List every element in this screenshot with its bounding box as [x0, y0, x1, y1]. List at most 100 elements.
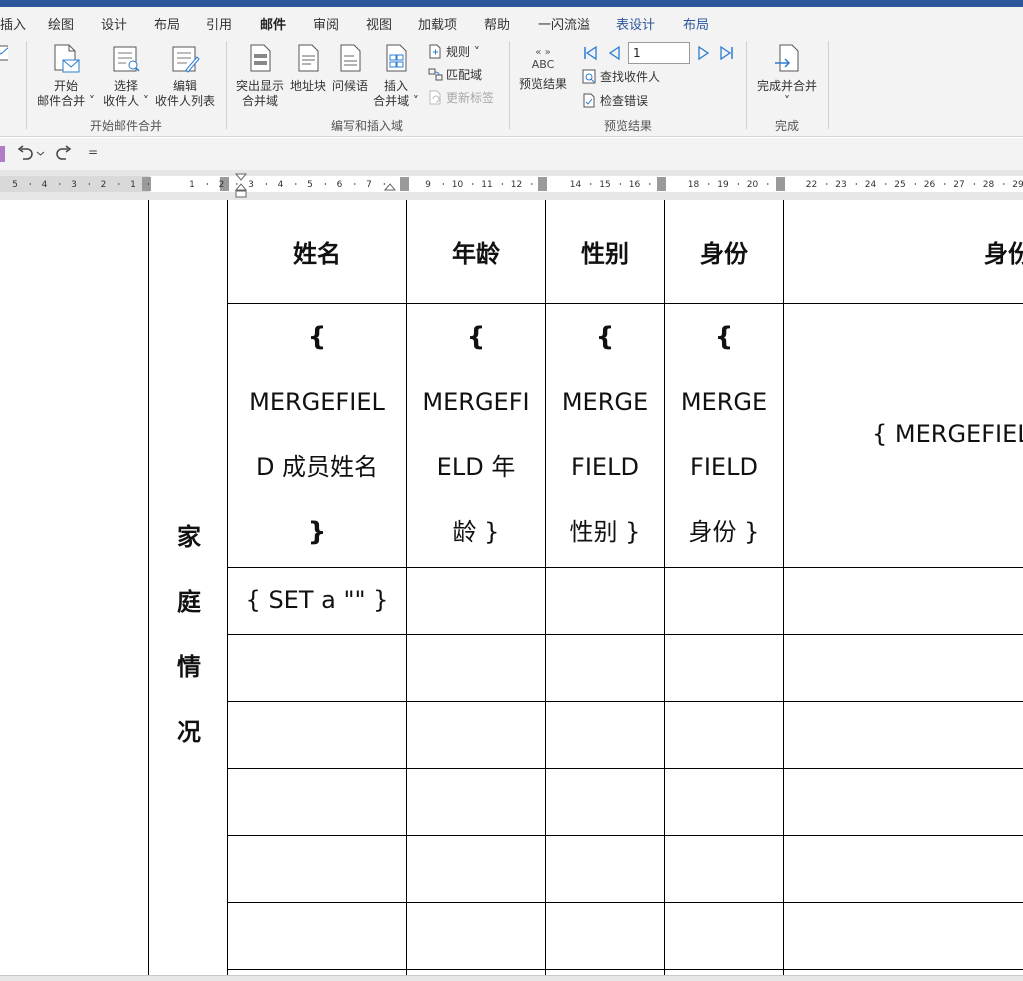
ruler-number: 9: [425, 180, 431, 190]
tab-layout[interactable]: 布局: [154, 14, 180, 33]
preview-abc-label: ABC: [531, 58, 555, 71]
table-border: [227, 969, 1023, 970]
previous-record-icon[interactable]: [606, 45, 622, 61]
match-fields-button[interactable]: 匹配域: [428, 66, 482, 83]
ruler-tick: [737, 183, 739, 185]
preview-results-button[interactable]: « » ABC 预览结果: [514, 45, 572, 92]
ruler-scale: 5 4 3 2 1 1 2 3 4 5 6 7 9 10 11 12 14 15 16 18 19 20 22 23 24 25 2…: [0, 173, 1023, 198]
customize-qat-button[interactable]: =: [88, 145, 98, 159]
undo-dropdown-icon[interactable]: [36, 149, 45, 158]
left-indent-marker[interactable]: [235, 190, 247, 198]
header-identity-2[interactable]: 身份: [984, 200, 1023, 303]
greeting-line-icon: [340, 44, 361, 72]
tab-draw[interactable]: 绘图: [48, 14, 74, 33]
finish-merge-label-2: ˅: [784, 94, 790, 108]
merge-field-name-cell[interactable]: { MERGEFIEL D 成员姓名 }: [228, 305, 406, 565]
tab-addins[interactable]: 加载项: [418, 14, 457, 33]
highlight-fields-icon: [250, 44, 271, 72]
ruler-column-marker[interactable]: [776, 177, 785, 191]
group-separator: [746, 41, 747, 129]
select-recipients-label-2: 收件人 ˅: [103, 94, 149, 108]
merge-field-age-cell[interactable]: { MERGEFI ELD 年 龄 }: [407, 305, 545, 565]
tab-yishan[interactable]: 一闪流溢: [538, 14, 590, 33]
finish-and-merge-button[interactable]: 完成并合并 ˅: [752, 43, 822, 109]
find-recipient-label: 查找收件人: [600, 70, 661, 84]
select-recipients-label-1: 选择: [113, 79, 138, 93]
insert-merge-field-button[interactable]: 插入 合并域 ˅: [370, 43, 422, 109]
select-recipients-button[interactable]: 选择 收件人 ˅: [100, 43, 152, 109]
ruler-column-marker[interactable]: [400, 177, 409, 191]
merge-field-gender-cell[interactable]: { MERGE FIELD 性别 }: [546, 305, 664, 565]
first-record-icon[interactable]: [582, 45, 598, 61]
ruler-tick: [236, 183, 238, 185]
undo-icon[interactable]: [15, 144, 35, 164]
address-block-label: 地址块: [289, 79, 326, 93]
ruler-number: 16: [629, 180, 641, 190]
header-gender[interactable]: 性别: [546, 200, 664, 303]
tab-review[interactable]: 审阅: [313, 14, 339, 33]
edit-recipient-list-button[interactable]: 编辑 收件人列表: [153, 43, 217, 109]
ruler-tick: [855, 183, 857, 185]
tab-table-design[interactable]: 表设计: [616, 14, 655, 33]
update-labels-button[interactable]: 更新标签: [428, 89, 494, 106]
ruler-tick: [944, 183, 946, 185]
ruler-tick: [619, 183, 621, 185]
next-record-icon[interactable]: [696, 45, 712, 61]
set-field-cell[interactable]: { SET a "" }: [228, 568, 406, 633]
tab-mailings[interactable]: 邮件: [260, 14, 286, 40]
header-age[interactable]: 年龄: [407, 200, 545, 303]
ruler-tick: [442, 183, 444, 185]
ruler-number: 25: [894, 180, 905, 190]
match-fields-icon: [428, 68, 443, 81]
ruler-number: 18: [688, 180, 700, 190]
ruler-tick: [295, 183, 297, 185]
tab-references[interactable]: 引用: [206, 14, 232, 33]
greeting-line-button[interactable]: 问候语: [330, 43, 370, 94]
highlight-merge-fields-button[interactable]: 突出显示 合并域: [232, 43, 288, 109]
rules-button[interactable]: 规则 ˅: [428, 43, 480, 60]
tab-view[interactable]: 视图: [366, 14, 392, 33]
ruler-column-marker[interactable]: [538, 177, 547, 191]
rules-icon: [429, 44, 441, 59]
field-code-text: MERGEFI: [422, 388, 530, 416]
finish-merge-icon: [775, 44, 799, 72]
merge-field-identity-cell[interactable]: { MERGE FIELD 身份 }: [665, 305, 783, 565]
field-code-text: 龄 }: [452, 518, 500, 546]
document-bottom-edge: [0, 975, 1023, 981]
record-number-input[interactable]: [628, 42, 690, 64]
header-identity[interactable]: 身份: [665, 200, 783, 303]
field-code-text: FIELD: [571, 453, 639, 481]
address-block-icon: [298, 44, 319, 72]
ruler-number: 10: [452, 180, 464, 190]
ruler-number: 3: [71, 180, 77, 190]
tab-help[interactable]: 帮助: [484, 14, 510, 33]
ruler-column-marker[interactable]: [657, 177, 666, 191]
start-mail-merge-button[interactable]: 开始 邮件合并 ˅: [34, 43, 98, 109]
family-info-label: 家 庭 情 况: [150, 505, 228, 765]
ruler-column-marker[interactable]: [142, 177, 151, 191]
merge-field-identity-2-cell[interactable]: { MERGEFIEL: [872, 402, 1023, 467]
envelope-button-partial[interactable]: [0, 43, 8, 79]
table-border: [227, 902, 1023, 903]
redo-icon[interactable]: [54, 144, 74, 164]
check-errors-button[interactable]: 检查错误: [582, 92, 648, 109]
ruler-tick: [1003, 183, 1005, 185]
side-label-char: 情: [177, 653, 201, 681]
rules-label: 规则 ˅: [446, 45, 480, 59]
ruler-tick: [29, 183, 31, 185]
tab-table-layout[interactable]: 布局: [683, 14, 709, 33]
side-label-char: 况: [177, 718, 201, 746]
field-code-text: D 成员姓名: [255, 453, 379, 481]
group-label-finish: 完成: [775, 119, 800, 133]
ruler-number: 15: [599, 180, 610, 190]
find-recipient-button[interactable]: 查找收件人: [582, 68, 660, 85]
last-record-icon[interactable]: [719, 45, 735, 61]
ruler-tick: [708, 183, 710, 185]
tab-design[interactable]: 设计: [101, 14, 127, 33]
qat-partial-icon[interactable]: [0, 146, 5, 162]
set-field-code: { SET a "" }: [245, 586, 389, 614]
tab-insert[interactable]: 插入: [0, 14, 26, 33]
field-code-text: 身份 }: [688, 518, 760, 546]
address-block-button[interactable]: 地址块: [288, 43, 328, 94]
header-name[interactable]: 姓名: [228, 200, 406, 303]
